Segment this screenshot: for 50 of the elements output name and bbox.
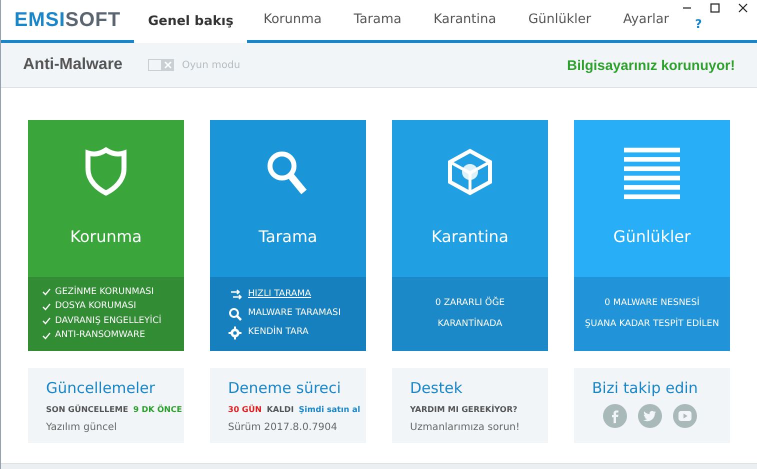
buy-link[interactable]: Şimdi satın al	[298, 404, 360, 416]
card-text: YARDIM MI GEREKİYOR?	[410, 404, 518, 416]
toggle-switch[interactable]	[148, 59, 174, 71]
arrows-icon	[228, 288, 242, 302]
tab[interactable]: Ayarlar	[607, 0, 686, 40]
section-title: Anti-Malware	[23, 55, 124, 75]
info-text: 0 MALWARE NESNESİ	[604, 297, 700, 310]
card-title: Deneme süreci	[228, 378, 342, 398]
bird-icon[interactable]	[638, 404, 662, 428]
tile-title: Günlükler	[613, 226, 691, 248]
tile[interactable]: Günlükler 0 MALWARE NESNESİ ŞUANA KADAR TESPİT EDİLEN	[574, 120, 730, 351]
feature-text: DOSYA KORUMASI	[55, 300, 136, 313]
card-text: KALDI	[266, 404, 294, 416]
tile[interactable]: Karantina 0 ZARARLI ÖĞE KARANTİNADA	[392, 120, 548, 351]
tile[interactable]: Tarama HIZLI TARAMA MALWARE TARAMASI KENDİN TARA	[210, 120, 366, 351]
card-text: Sürüm 2017.8.0.7904	[228, 421, 338, 435]
info-text: KARANTİNADA	[438, 318, 502, 330]
card-title: Güncellemeler	[46, 378, 156, 398]
maximize-icon[interactable]	[709, 2, 721, 14]
play-icon[interactable]	[673, 404, 697, 428]
card-text: SON GÜNCELLEME	[46, 404, 128, 416]
card-title: Bizi takip edin	[592, 378, 699, 398]
status-text: Bilgisayarınız korunuyor!	[566, 56, 735, 75]
tab[interactable]: Karantina	[417, 0, 512, 40]
tile[interactable]: Korunma GEZİNME KORUNMASI DOSYA KORUMASI DAVRANIŞ ENGELLEYİCİ ANTI-RANSOMWARE	[28, 120, 184, 351]
toggle-label: Oyun modu	[182, 58, 240, 72]
tab[interactable]: Günlükler	[512, 0, 608, 40]
info-text: 0 ZARARLI ÖĞE	[435, 297, 505, 310]
tab[interactable]: Korunma	[247, 0, 338, 40]
help-button[interactable]: ?	[695, 18, 702, 30]
tile-title: Korunma	[70, 226, 142, 248]
scan-link[interactable]: MALWARE TARAMASI	[248, 307, 341, 321]
card-text: 9 DK ÖNCE	[133, 404, 182, 416]
feature-text: GEZİNME KORUNMASI	[55, 286, 154, 298]
card-text: 30 GÜN	[228, 404, 262, 416]
tile-title: Karantina	[431, 226, 509, 248]
logo: EMSISOFT	[13, 8, 122, 33]
card-text: Yazılım güncel	[46, 421, 117, 435]
tab[interactable]: Tarama	[338, 0, 418, 40]
scan-link[interactable]: HIZLI TARAMA	[248, 288, 312, 302]
info-text: ŞUANA KADAR TESPİT EDİLEN	[584, 318, 720, 330]
card-text: Uzmanlarımıza sorun!	[410, 421, 520, 435]
feature-text: DAVRANIŞ ENGELLEYİCİ	[55, 314, 162, 328]
feature-text: ANTI-RANSOMWARE	[55, 329, 146, 342]
card-title: Destek	[410, 378, 464, 398]
search-icon	[228, 307, 242, 321]
tile-title: Tarama	[258, 226, 318, 248]
close-icon[interactable]	[737, 2, 749, 14]
scan-link[interactable]: KENDİN TARA	[248, 326, 308, 340]
facebook-icon[interactable]	[603, 404, 627, 428]
